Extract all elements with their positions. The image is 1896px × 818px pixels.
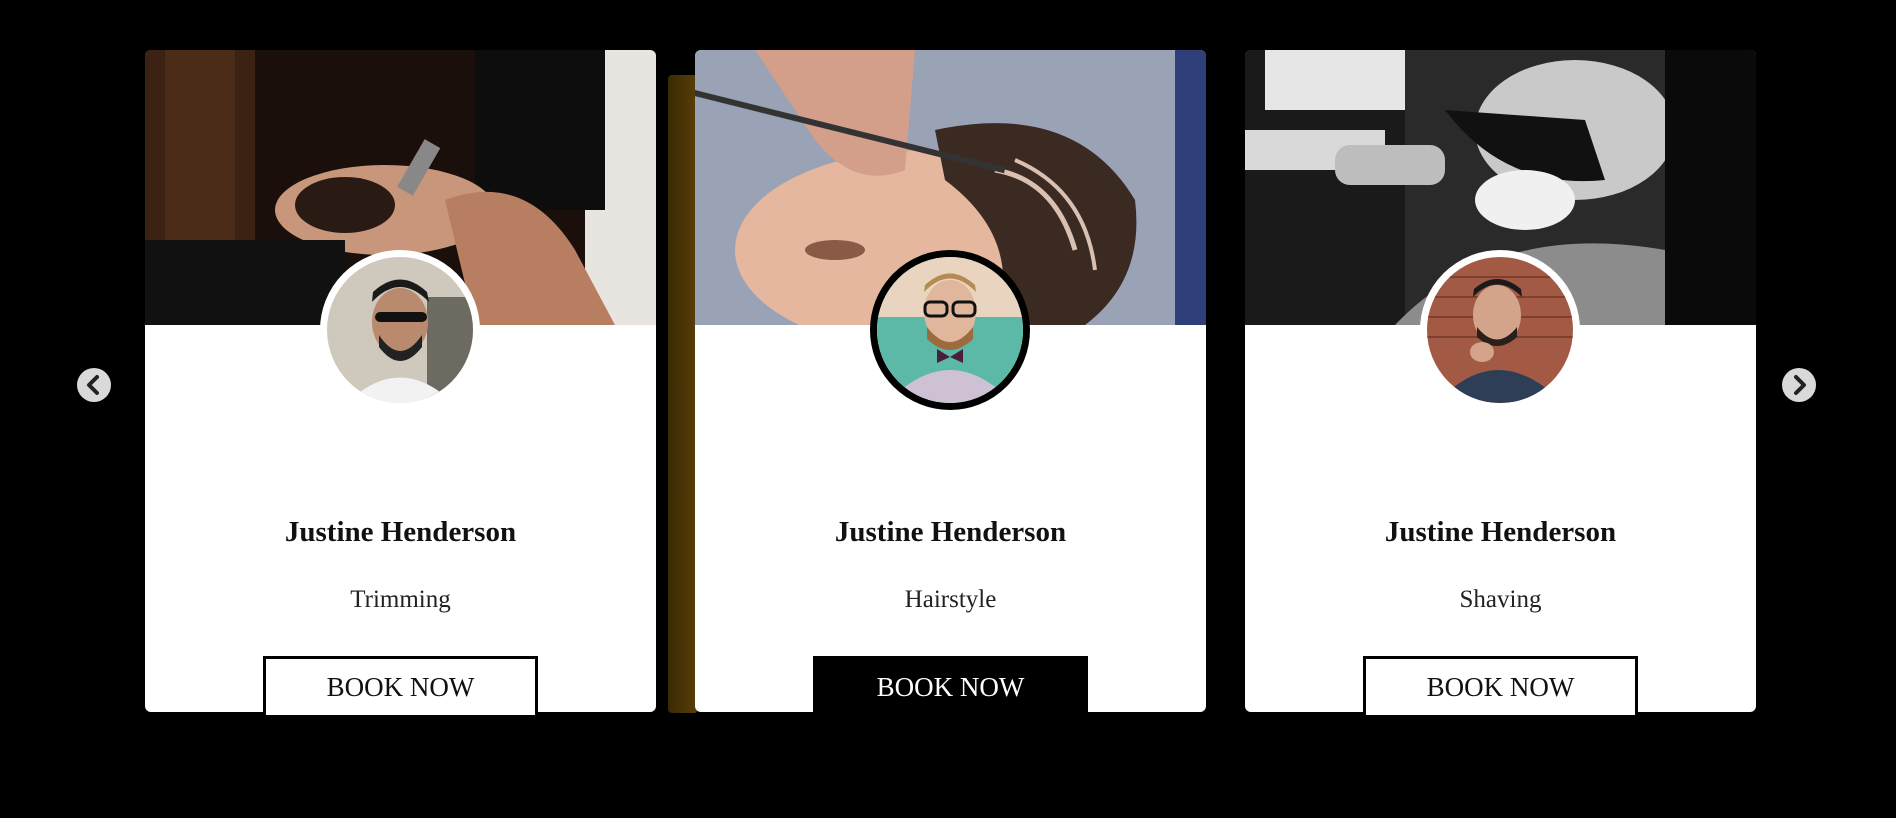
barber-name: Justine Henderson: [284, 516, 517, 548]
barber-card-3: Justine Henderson Shaving BOOK NOW: [1245, 50, 1756, 718]
barber-carousel: Justine Henderson Trimming BOOK NOW Just…: [0, 0, 1896, 818]
card-shadow-accent: [668, 75, 698, 713]
barber-avatar-3: [1420, 250, 1580, 410]
book-now-button[interactable]: BOOK NOW: [813, 656, 1088, 718]
chevron-right-icon: [1794, 375, 1806, 395]
next-arrow-button[interactable]: [1782, 368, 1816, 402]
barber-name: Justine Henderson: [834, 516, 1067, 548]
prev-arrow-button[interactable]: [77, 368, 111, 402]
barber-card-2: Justine Henderson Hairstyle BOOK NOW: [695, 50, 1206, 718]
service-label: Shaving: [1459, 586, 1542, 613]
service-label: Trimming: [350, 586, 451, 613]
service-label: Hairstyle: [904, 586, 997, 613]
book-now-button[interactable]: BOOK NOW: [1363, 656, 1638, 718]
barber-name: Justine Henderson: [1384, 516, 1617, 548]
barber-avatar-1: [320, 250, 480, 410]
book-now-button[interactable]: BOOK NOW: [263, 656, 538, 718]
chevron-left-icon: [87, 375, 99, 395]
barber-card-1: Justine Henderson Trimming BOOK NOW: [145, 50, 656, 718]
barber-avatar-2: [870, 250, 1030, 410]
